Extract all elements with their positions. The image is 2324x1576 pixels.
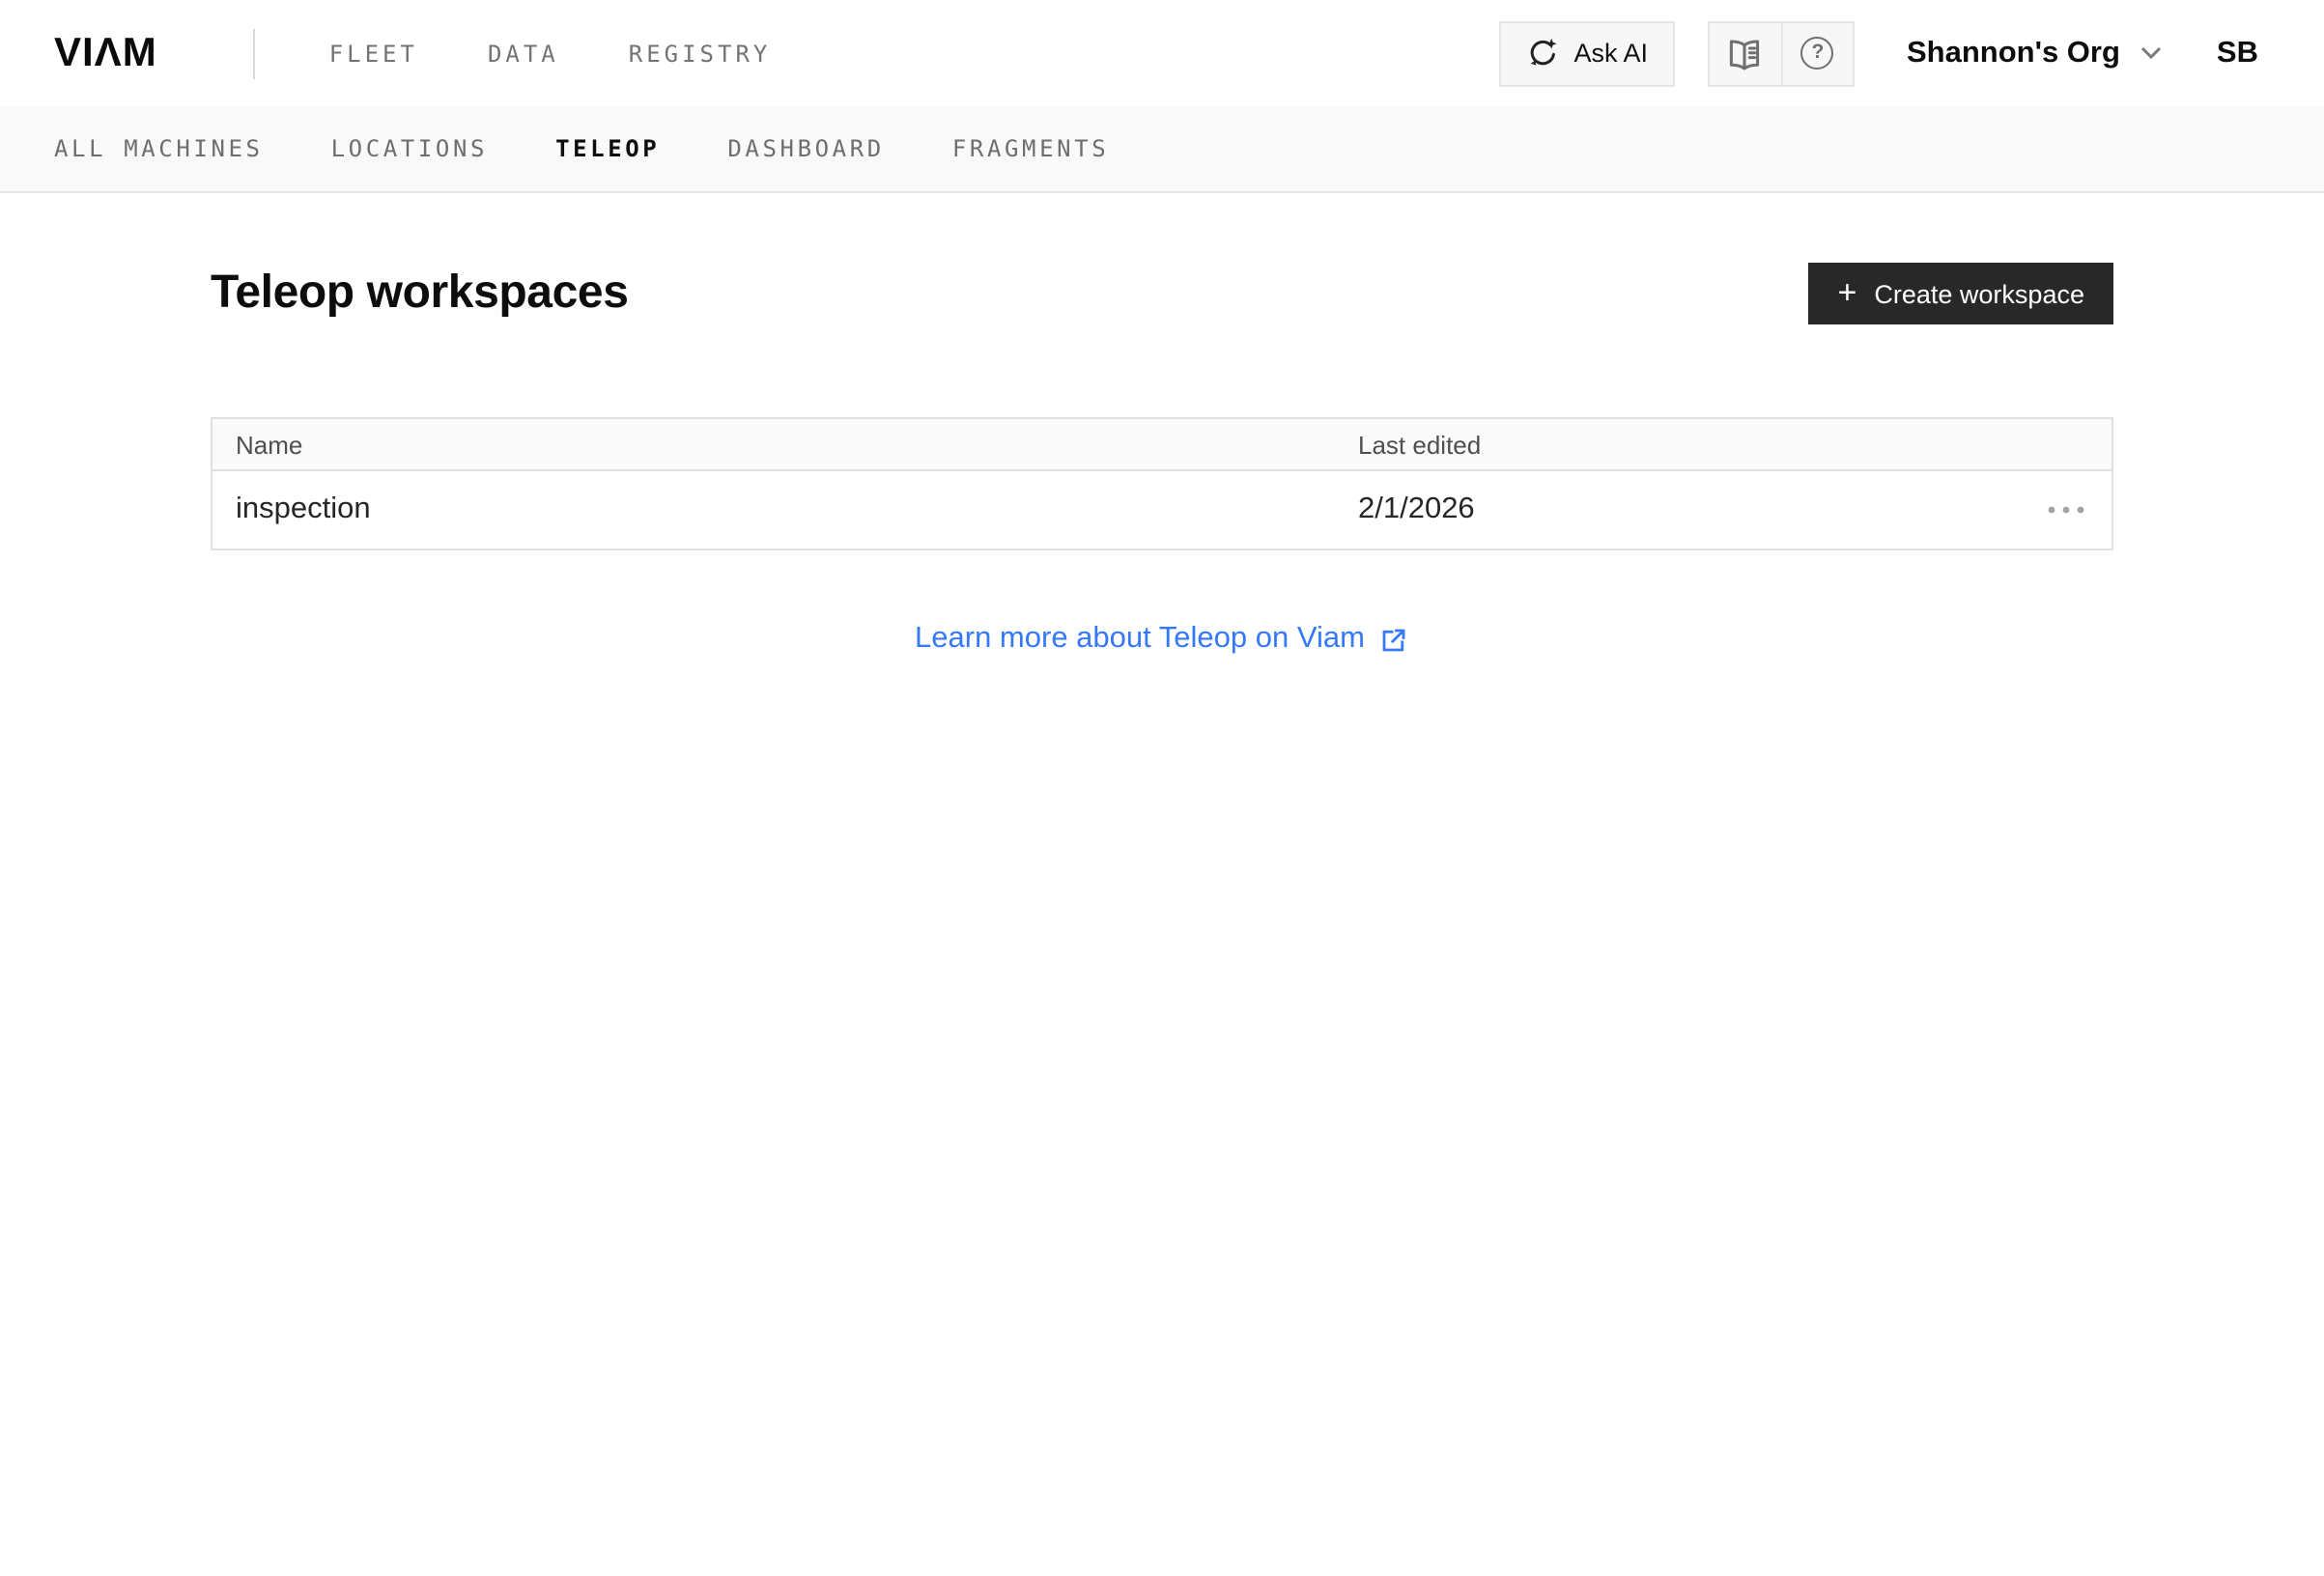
workspace-name[interactable]: inspection	[213, 492, 1335, 527]
top-header: VIΛM FLEET DATA REGISTRY Ask AI ? Shanno…	[0, 0, 2324, 106]
question-glyph: ?	[1811, 41, 1825, 65]
ask-ai-button[interactable]: Ask AI	[1498, 20, 1675, 86]
table-header-row: Name Last edited	[213, 419, 2111, 471]
open-book-icon	[1726, 34, 1765, 72]
help-button-group: ?	[1707, 20, 1855, 86]
subnav-item-teleop[interactable]: TELEOP	[555, 135, 660, 162]
question-circle-icon: ?	[1800, 37, 1834, 70]
page-title: Teleop workspaces	[211, 267, 629, 319]
external-link-icon	[1380, 625, 1409, 654]
header-divider	[253, 28, 256, 78]
subnav-item-fragments[interactable]: FRAGMENTS	[952, 135, 1109, 162]
ask-ai-label: Ask AI	[1573, 39, 1648, 68]
learn-more-label: Learn more about Teleop on Viam	[915, 622, 1365, 655]
title-row: Teleop workspaces + Create workspace	[211, 263, 2113, 324]
subnav-item-dashboard[interactable]: DASHBOARD	[727, 135, 884, 162]
viam-logo[interactable]: VIΛM	[54, 30, 157, 76]
subnav-item-all-machines[interactable]: ALL MACHINES	[54, 135, 264, 162]
user-avatar[interactable]: SB	[2217, 36, 2258, 70]
create-workspace-label: Create workspace	[1874, 279, 2084, 308]
nav-item-fleet[interactable]: FLEET	[329, 40, 418, 67]
workspaces-table: Name Last edited inspection 2/1/2026	[211, 417, 2113, 550]
sparkle-sync-icon	[1525, 37, 1558, 70]
workspace-last-edited: 2/1/2026	[1358, 492, 1475, 525]
plus-icon: +	[1837, 274, 1857, 311]
column-header-name: Name	[236, 430, 303, 459]
subnav-item-locations[interactable]: LOCATIONS	[331, 135, 488, 162]
create-workspace-button[interactable]: + Create workspace	[1808, 263, 2113, 324]
nav-item-data[interactable]: DATA	[488, 40, 559, 67]
chevron-down-icon	[2141, 46, 2163, 60]
main-content: Teleop workspaces + Create workspace Nam…	[211, 263, 2113, 657]
primary-nav: FLEET DATA REGISTRY	[329, 40, 772, 67]
learn-more-row: Learn more about Teleop on Viam	[211, 622, 2113, 657]
viam-app: VIΛM FLEET DATA REGISTRY Ask AI ? Shanno…	[0, 0, 2324, 1576]
fleet-subnav: ALL MACHINES LOCATIONS TELEOP DASHBOARD …	[0, 106, 2324, 193]
org-name: Shannon's Org	[1906, 36, 2120, 69]
ellipsis-icon	[2048, 506, 2084, 514]
header-right-cluster: Ask AI ? Shannon's Org SB	[1498, 20, 2258, 86]
org-switcher[interactable]: Shannon's Org	[1907, 36, 2163, 70]
table-row[interactable]: inspection 2/1/2026	[213, 471, 2111, 549]
column-header-last-edited: Last edited	[1358, 430, 1482, 459]
learn-more-link[interactable]: Learn more about Teleop on Viam	[915, 622, 1409, 657]
help-button[interactable]: ?	[1780, 22, 1853, 84]
docs-button[interactable]	[1710, 22, 1781, 84]
row-menu-button[interactable]	[2019, 506, 2111, 514]
nav-item-registry[interactable]: REGISTRY	[629, 40, 772, 67]
